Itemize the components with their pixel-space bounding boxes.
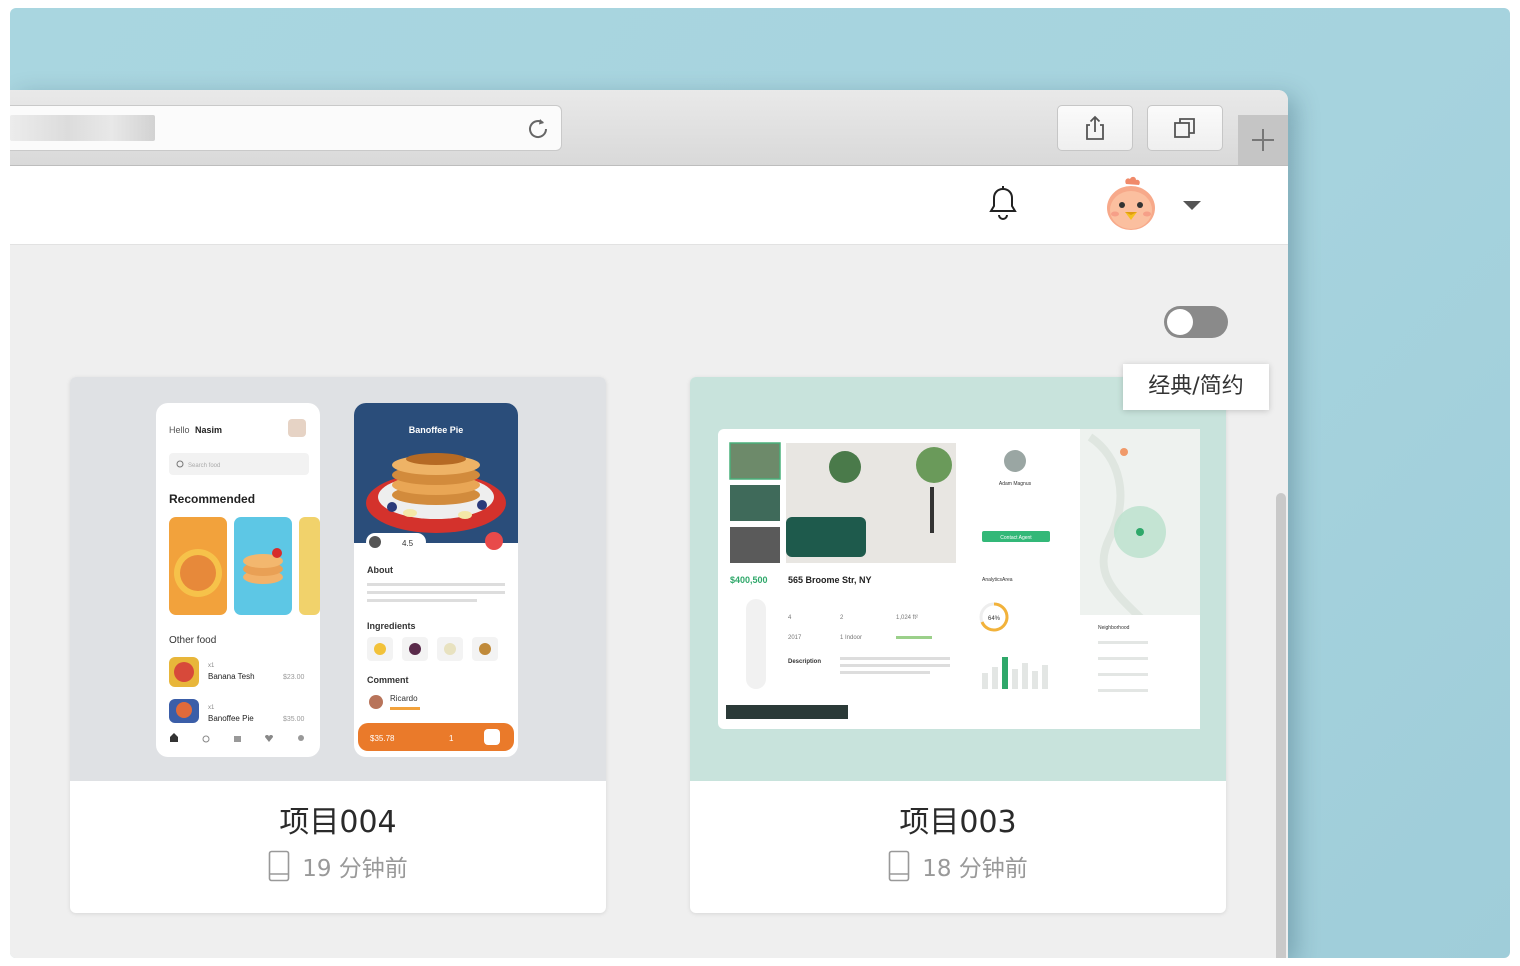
mock-item-price: $35.00 bbox=[283, 716, 305, 723]
project-thumbnail: $400,500 565 Broome Str, NY 4 2 1,024 ft… bbox=[690, 377, 1226, 781]
mock-search: Search food bbox=[188, 463, 220, 469]
mock-commenter: Ricardo bbox=[390, 694, 418, 703]
desktop-background: 经典/简约 Hello Nasim Search food Recommende… bbox=[10, 8, 1510, 958]
mock-qty: 1 bbox=[449, 734, 454, 743]
food-app-mockup: Hello Nasim Search food Recommended Othe… bbox=[156, 403, 518, 757]
scrollbar[interactable] bbox=[1276, 493, 1286, 958]
project-card[interactable]: $400,500 565 Broome Str, NY 4 2 1,024 ft… bbox=[690, 377, 1226, 913]
browser-toolbar bbox=[10, 90, 1288, 166]
browser-window: 经典/简约 Hello Nasim Search food Recommende… bbox=[10, 90, 1288, 958]
mock-item-qty: x1 bbox=[208, 705, 215, 711]
mock-other-food: Other food bbox=[169, 635, 216, 646]
real-estate-dashboard-mockup: $400,500 565 Broome Str, NY 4 2 1,024 ft… bbox=[718, 429, 1200, 729]
user-avatar-chick[interactable] bbox=[1104, 176, 1158, 232]
project-list-area: 经典/简约 Hello Nasim Search food Recommende… bbox=[10, 245, 1288, 958]
mock-address: 565 Broome Str, NY bbox=[788, 575, 872, 585]
mock-ingredients: Ingredients bbox=[367, 621, 416, 631]
mock-analytics: AnalyticsArea bbox=[982, 577, 1013, 583]
mock-total-price: $35.78 bbox=[370, 734, 395, 743]
address-bar[interactable] bbox=[10, 105, 562, 151]
project-name: 项目004 bbox=[279, 805, 397, 840]
mock-item-price: $23.00 bbox=[283, 674, 305, 681]
mock-comment: Comment bbox=[367, 675, 409, 685]
view-mode-toggle[interactable] bbox=[1164, 306, 1228, 338]
mock-rating: 4.5 bbox=[402, 539, 414, 548]
mock-item-name: Banoffee Pie bbox=[208, 714, 254, 723]
mock-agent: Adam Magnus bbox=[999, 481, 1032, 487]
account-menu-caret[interactable] bbox=[1183, 201, 1201, 210]
reload-icon[interactable] bbox=[525, 116, 551, 142]
phone-device-icon bbox=[268, 850, 290, 882]
tabs-overview-button[interactable] bbox=[1147, 105, 1223, 151]
project-updated-time: 18 分钟前 bbox=[922, 856, 1028, 882]
plus-icon bbox=[1252, 129, 1274, 151]
project-meta: 18 分钟前 bbox=[690, 849, 1226, 883]
view-mode-tooltip: 经典/简约 bbox=[1123, 364, 1269, 410]
mock-percent: 64% bbox=[988, 616, 1001, 622]
project-thumbnail: Hello Nasim Search food Recommended Othe… bbox=[70, 377, 606, 781]
share-button[interactable] bbox=[1057, 105, 1133, 151]
mock-year: 2017 bbox=[788, 635, 802, 641]
mock-description: Description bbox=[788, 659, 821, 665]
project-meta: 19 分钟前 bbox=[70, 849, 606, 883]
new-tab-button[interactable] bbox=[1238, 115, 1288, 165]
tabs-icon bbox=[1174, 118, 1195, 138]
app-header bbox=[10, 166, 1288, 245]
mock-greeting-name: Nasim bbox=[195, 425, 222, 435]
phone-device-icon bbox=[888, 850, 910, 882]
mock-neighborhood: Neighborhood bbox=[1098, 625, 1130, 631]
notification-bell-icon[interactable] bbox=[988, 186, 1018, 222]
mock-contact-button: Contact Agent bbox=[1000, 535, 1032, 541]
toggle-knob bbox=[1167, 309, 1193, 335]
mock-stat: 1 Indoor bbox=[840, 635, 862, 641]
mock-dish-title: Banoffee Pie bbox=[409, 425, 464, 435]
mock-recommended: Recommended bbox=[169, 492, 255, 506]
blurred-url bbox=[10, 115, 155, 141]
mock-listing-price: $400,500 bbox=[730, 575, 768, 585]
mock-stat: 1,024 ft² bbox=[896, 615, 918, 621]
project-updated-time: 19 分钟前 bbox=[302, 856, 408, 882]
mock-about: About bbox=[367, 565, 393, 575]
mock-greeting: Hello bbox=[169, 425, 190, 435]
mock-item-qty: x1 bbox=[208, 663, 215, 669]
mock-item-name: Banana Tesh bbox=[208, 672, 255, 681]
project-card[interactable]: Hello Nasim Search food Recommended Othe… bbox=[70, 377, 606, 913]
share-icon bbox=[1086, 115, 1104, 140]
project-name: 项目003 bbox=[899, 805, 1017, 840]
